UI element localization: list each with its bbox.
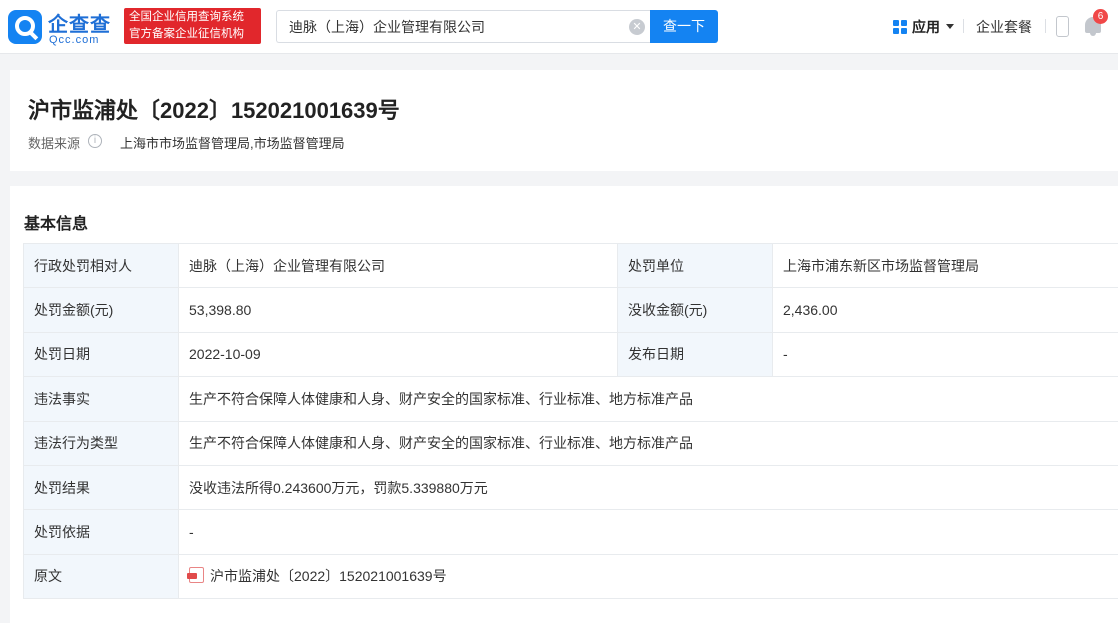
mobile-icon[interactable] xyxy=(1056,16,1069,37)
basic-info-table: 行政处罚相对人 迪脉（上海）企业管理有限公司 处罚单位 上海市浦东新区市场监督管… xyxy=(23,242,1118,600)
top-header: 企查查 Qcc.com 全国企业信用查询系统 官方备案企业征信机构 ✕ 查一下 … xyxy=(0,0,1118,54)
publish-date-label: 发布日期 xyxy=(617,331,773,378)
original-document-link[interactable]: 沪市监浦处〔2022〕152021001639号 xyxy=(178,553,1118,600)
section-title: 基本信息 xyxy=(24,216,89,233)
penalty-date-value: 2022-10-09 xyxy=(178,331,618,378)
divider xyxy=(1045,19,1046,33)
clear-icon[interactable]: ✕ xyxy=(629,19,645,35)
caret-down-icon xyxy=(946,24,954,29)
table-row: 处罚日期 2022-10-09 发布日期 - xyxy=(23,331,1118,378)
official-badge-line2: 官方备案企业征信机构 xyxy=(129,28,244,40)
confiscation-amount-label: 没收金额(元) xyxy=(617,287,773,333)
table-row: 违法事实 生产不符合保障人体健康和人身、财产安全的国家标准、行业标准、地方标准产… xyxy=(23,376,1118,422)
logo-text: 企查查 xyxy=(48,14,111,36)
pdf-icon xyxy=(187,567,204,584)
search-box: ✕ xyxy=(276,10,650,43)
penalty-date-label: 处罚日期 xyxy=(23,331,179,378)
qcc-logo-icon xyxy=(8,10,42,44)
page-title: 沪市监浦处〔2022〕152021001639号 xyxy=(28,98,400,123)
penalized-party-label: 行政处罚相对人 xyxy=(23,242,179,289)
violation-type-label: 违法行为类型 xyxy=(23,420,179,466)
official-badge: 全国企业信用查询系统 官方备案企业征信机构 xyxy=(124,8,261,44)
penalty-result-value: 没收违法所得0.243600万元，罚款5.339880万元 xyxy=(178,464,1118,511)
original-document-label: 原文 xyxy=(23,553,179,600)
apps-label: 应用 xyxy=(912,19,940,35)
penalty-authority-label: 处罚单位 xyxy=(617,242,773,289)
penalty-result-label: 处罚结果 xyxy=(23,464,179,511)
divider xyxy=(963,19,964,33)
table-row: 处罚金额(元) 53,398.80 没收金额(元) 2,436.00 xyxy=(23,287,1118,333)
table-row: 处罚依据 - xyxy=(23,509,1118,555)
info-icon[interactable]: i xyxy=(88,134,102,148)
table-row: 处罚结果 没收违法所得0.243600万元，罚款5.339880万元 xyxy=(23,464,1118,511)
official-badge-line1: 全国企业信用查询系统 xyxy=(129,11,244,23)
confiscation-amount-value: 2,436.00 xyxy=(772,287,1118,333)
penalty-amount-value: 53,398.80 xyxy=(178,287,618,333)
logo-domain: Qcc.com xyxy=(49,34,100,46)
table-row: 原文 沪市监浦处〔2022〕152021001639号 xyxy=(23,553,1118,600)
original-document-title: 沪市监浦处〔2022〕152021001639号 xyxy=(210,568,447,585)
data-source-value: 上海市市场监督管理局,市场监督管理局 xyxy=(120,136,345,151)
penalty-basis-value: - xyxy=(178,509,1118,555)
search-input[interactable] xyxy=(289,17,619,37)
qcc-logo[interactable]: 企查查 Qcc.com xyxy=(8,8,122,48)
data-source-label: 数据来源 xyxy=(28,136,81,151)
apps-grid-icon xyxy=(893,20,907,34)
search-button[interactable]: 查一下 xyxy=(650,10,718,43)
penalty-authority-value: 上海市浦东新区市场监督管理局 xyxy=(772,242,1118,289)
title-card: 沪市监浦处〔2022〕152021001639号 数据来源 i 上海市市场监督管… xyxy=(10,70,1118,171)
violation-type-value: 生产不符合保障人体健康和人身、财产安全的国家标准、行业标准、地方标准产品 xyxy=(178,420,1118,466)
notification-count-badge: 6 xyxy=(1093,9,1108,24)
violation-facts-value: 生产不符合保障人体健康和人身、财产安全的国家标准、行业标准、地方标准产品 xyxy=(178,376,1118,422)
penalized-party-link[interactable]: 迪脉（上海）企业管理有限公司 xyxy=(178,242,618,289)
penalty-amount-label: 处罚金额(元) xyxy=(23,287,179,333)
table-row: 行政处罚相对人 迪脉（上海）企业管理有限公司 处罚单位 上海市浦东新区市场监督管… xyxy=(23,242,1118,289)
publish-date-value: - xyxy=(772,331,1118,378)
enterprise-package-link[interactable]: 企业套餐 xyxy=(976,17,1032,37)
table-row: 违法行为类型 生产不符合保障人体健康和人身、财产安全的国家标准、行业标准、地方标… xyxy=(23,420,1118,466)
violation-facts-label: 违法事实 xyxy=(23,376,179,422)
basic-info-card: 基本信息 行政处罚相对人 迪脉（上海）企业管理有限公司 处罚单位 上海市浦东新区… xyxy=(10,186,1118,623)
penalty-basis-label: 处罚依据 xyxy=(23,509,179,555)
